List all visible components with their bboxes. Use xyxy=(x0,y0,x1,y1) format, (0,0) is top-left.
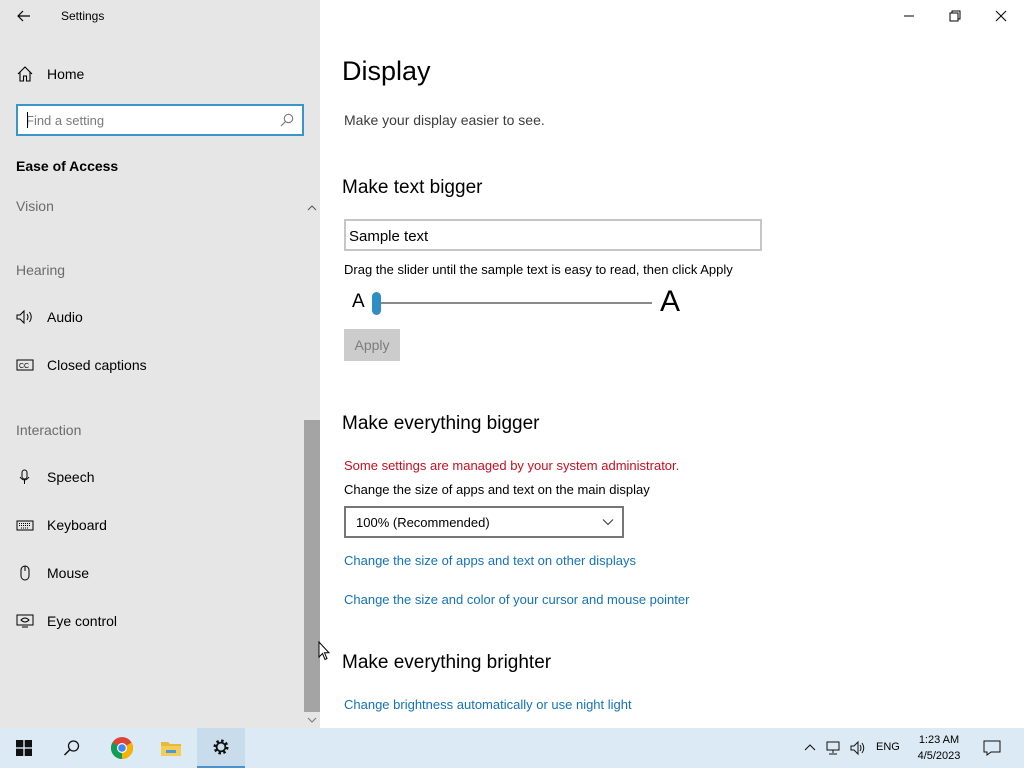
search-icon[interactable] xyxy=(280,113,294,127)
close-button[interactable] xyxy=(978,0,1024,32)
scale-dropdown[interactable]: 100% (Recommended) xyxy=(344,506,624,538)
sidebar-item-mouse[interactable]: Mouse xyxy=(0,553,305,593)
scroll-down-arrow-icon[interactable] xyxy=(305,714,319,726)
content-pane: Display Make your display easier to see.… xyxy=(320,0,1024,728)
section-title: Ease of Access xyxy=(16,158,119,174)
sidebar-item-closed-captions[interactable]: CC Closed captions xyxy=(0,345,305,385)
sidebar-item-speech[interactable]: Speech xyxy=(0,457,305,497)
scale-dropdown-value: 100% (Recommended) xyxy=(356,515,490,530)
sidebar-item-keyboard[interactable]: Keyboard xyxy=(0,505,305,545)
slider-min-label: A xyxy=(352,291,365,312)
chrome-icon xyxy=(111,737,133,759)
slider-max-label: A xyxy=(660,285,681,318)
svg-text:CC: CC xyxy=(19,363,29,370)
chevron-up-icon[interactable] xyxy=(802,740,818,756)
text-size-slider-track[interactable] xyxy=(376,302,652,304)
keyboard-icon xyxy=(16,520,34,531)
navigation-pane: Settings Home Ease of Access Vision Hear… xyxy=(0,0,320,728)
maximize-button[interactable] xyxy=(932,0,978,32)
microphone-icon xyxy=(19,469,30,484)
start-button[interactable] xyxy=(0,728,48,768)
text-caret xyxy=(27,112,28,128)
link-cursor-pointer[interactable]: Change the size and color of your cursor… xyxy=(344,592,689,607)
sidebar-scrollbar-thumb[interactable] xyxy=(304,420,320,712)
search-taskbar-button[interactable] xyxy=(48,728,96,768)
chevron-up-icon[interactable] xyxy=(306,202,318,214)
home-icon xyxy=(17,66,33,82)
group-header-interaction: Interaction xyxy=(16,422,82,438)
volume-icon[interactable] xyxy=(850,740,866,756)
scale-label: Change the size of apps and text on the … xyxy=(344,482,650,497)
clock[interactable]: 1:23 AM 4/5/2023 xyxy=(911,732,967,764)
search-input[interactable] xyxy=(26,111,266,129)
network-icon[interactable] xyxy=(826,740,842,756)
sidebar-item-label: Audio xyxy=(47,309,83,325)
sample-text-box: Sample text xyxy=(344,219,762,251)
group-header-vision: Vision xyxy=(16,198,54,214)
home-nav-item[interactable]: Home xyxy=(0,56,320,90)
heading-make-everything-bigger: Make everything bigger xyxy=(342,413,540,434)
text-size-slider-thumb[interactable] xyxy=(372,292,381,315)
admin-warning: Some settings are managed by your system… xyxy=(344,458,680,473)
app-title: Settings xyxy=(61,9,105,23)
gear-icon xyxy=(213,739,229,755)
heading-make-everything-brighter: Make everything brighter xyxy=(342,652,552,673)
group-header-hearing: Hearing xyxy=(16,262,66,278)
minimize-button[interactable] xyxy=(886,0,932,32)
eye-control-icon xyxy=(16,614,34,628)
action-center-icon[interactable] xyxy=(983,739,1001,757)
apply-button[interactable]: Apply xyxy=(344,329,400,361)
link-other-displays[interactable]: Change the size of apps and text on othe… xyxy=(344,553,636,568)
windows-logo-icon xyxy=(16,740,32,756)
chevron-down-icon xyxy=(602,519,614,526)
sample-text: Sample text xyxy=(349,228,429,245)
sidebar-item-audio[interactable]: Audio xyxy=(0,297,305,337)
taskbar: ENG 1:23 AM 4/5/2023 xyxy=(0,728,1024,768)
folder-icon xyxy=(161,742,181,756)
search-icon xyxy=(63,740,80,756)
settings-taskbar-button[interactable] xyxy=(197,728,245,768)
sidebar-item-label: Speech xyxy=(47,469,95,485)
close-icon xyxy=(995,10,1007,22)
sidebar-item-label: Keyboard xyxy=(47,517,107,533)
sidebar-item-eye-control[interactable]: Eye control xyxy=(0,601,305,641)
speaker-icon xyxy=(16,309,32,325)
file-explorer-taskbar-button[interactable] xyxy=(147,728,195,768)
page-title: Display xyxy=(342,56,431,86)
sidebar-item-label: Closed captions xyxy=(47,357,147,373)
language-indicator[interactable]: ENG xyxy=(876,741,900,753)
back-arrow-icon xyxy=(17,10,30,22)
clock-date: 4/5/2023 xyxy=(917,750,961,762)
search-box[interactable] xyxy=(16,104,304,136)
mouse-icon xyxy=(20,565,30,581)
sidebar-item-label: Eye control xyxy=(47,613,118,629)
link-brightness[interactable]: Change brightness automatically or use n… xyxy=(344,697,632,712)
title-bar: Settings xyxy=(0,0,320,32)
clock-time: 1:23 AM xyxy=(918,734,960,746)
sidebar-item-label: Mouse xyxy=(47,565,90,581)
heading-make-text-bigger: Make text bigger xyxy=(342,177,483,198)
minimize-icon xyxy=(904,15,914,17)
mouse-cursor-icon xyxy=(318,641,331,661)
back-button[interactable] xyxy=(8,4,40,28)
restore-icon xyxy=(949,10,961,22)
chrome-taskbar-button[interactable] xyxy=(98,728,146,768)
home-label: Home xyxy=(47,66,85,82)
slider-hint: Drag the slider until the sample text is… xyxy=(344,262,733,277)
cc-icon: CC xyxy=(16,359,34,371)
page-description: Make your display easier to see. xyxy=(344,112,545,128)
